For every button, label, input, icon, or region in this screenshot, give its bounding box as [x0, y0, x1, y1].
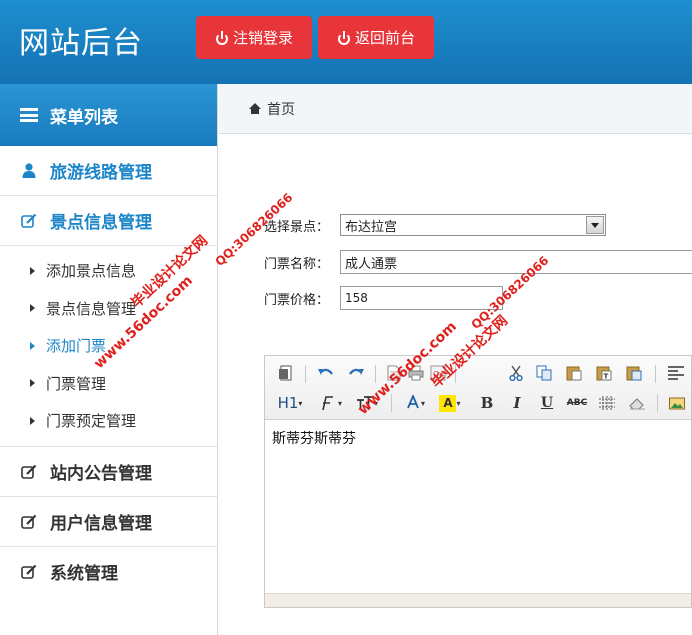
ticket-name-row: 门票名称： 成人通票 [264, 250, 692, 274]
breadcrumb: 首页 [219, 84, 692, 134]
caret-right-icon [30, 416, 35, 425]
caret-right-icon [30, 304, 35, 313]
source-icon[interactable] [277, 364, 295, 382]
cut-icon[interactable] [507, 364, 525, 382]
edit-icon [20, 564, 38, 579]
caret-right-icon [30, 379, 35, 388]
menu-list-header: 菜单列表 [0, 84, 217, 146]
paste-icon[interactable] [565, 364, 583, 382]
strikethrough-button[interactable]: ABC [563, 393, 591, 413]
sidebar-item-label: 门票预定管理 [46, 412, 137, 431]
sidebar-section-label: 旅游线路管理 [50, 163, 152, 183]
user-icon [20, 163, 38, 178]
return-frontend-label: 返回前台 [354, 29, 415, 47]
home-icon [249, 103, 261, 114]
breadcrumb-home[interactable]: 首页 [267, 99, 295, 119]
underline-label: U [540, 395, 554, 411]
menu-title: 菜单列表 [50, 107, 118, 128]
power-icon [215, 30, 229, 45]
italic-button[interactable]: I [505, 393, 529, 413]
underline-button[interactable]: U [535, 393, 559, 413]
sidebar-section-label: 用户信息管理 [50, 513, 152, 534]
paste-text-icon[interactable]: T [595, 364, 613, 382]
logout-button[interactable]: 注销登录 [196, 16, 312, 59]
toolbar-separator [305, 365, 306, 383]
sidebar-item-label: 门票管理 [46, 374, 107, 393]
edit-icon [20, 464, 38, 479]
site-title: 网站后台 [19, 26, 143, 61]
sidebar-item-label: 添加景点信息 [46, 262, 137, 281]
bold-button[interactable]: B [475, 393, 499, 413]
sidebar-section-system[interactable]: 系统管理 [0, 547, 217, 597]
return-frontend-button[interactable]: 返回前台 [318, 16, 434, 59]
sidebar-section-label: 系统管理 [50, 564, 118, 584]
sidebar-section-scenic[interactable]: 景点信息管理 [0, 196, 217, 246]
sidebar-section-route[interactable]: 旅游线路管理 [0, 146, 217, 196]
bold-label: B [480, 394, 494, 412]
toolbar-separator [657, 394, 658, 412]
redo-icon[interactable] [347, 364, 365, 382]
heading-dropdown[interactable]: H1 ▾ [275, 393, 305, 413]
toolbar-separator [375, 365, 376, 383]
edit-icon [20, 213, 38, 228]
undo-icon[interactable] [317, 364, 335, 382]
editor-content[interactable]: 斯蒂芬斯蒂芬 [265, 420, 691, 456]
ticket-price-value: 158 [345, 291, 368, 305]
sidebar-section-label: 景点信息管理 [50, 213, 152, 233]
rich-text-editor: C# T H1 ▾ ▾ ▾ ▾ A ▾ B I U ABC 斯蒂芬斯蒂芬 [264, 355, 692, 608]
table-icon[interactable] [595, 393, 619, 413]
highlight-color-icon[interactable]: A ▾ [435, 393, 465, 413]
ticket-name-label: 门票名称： [264, 256, 330, 272]
toolbar-separator [655, 365, 656, 383]
list-icon [20, 108, 38, 122]
logout-label: 注销登录 [232, 29, 293, 47]
paste-word-icon[interactable] [625, 364, 643, 382]
top-header: 网站后台 注销登录 返回前台 [0, 0, 692, 84]
ticket-price-label: 门票价格： [264, 292, 330, 308]
sidebar-item-label: 景点信息管理 [46, 299, 137, 318]
heading-label: H1 [277, 394, 299, 412]
sidebar-item-ticket-manage[interactable]: 门票管理 [0, 365, 217, 403]
align-left-icon[interactable] [667, 364, 685, 382]
scenic-select[interactable]: 布达拉宫 [340, 214, 606, 236]
sidebar-section-notice[interactable]: 站内公告管理 [0, 447, 217, 497]
italic-label: I [513, 394, 521, 412]
copy-icon[interactable] [535, 364, 553, 382]
dropdown-arrow-icon [586, 216, 604, 234]
insert-image-icon[interactable] [667, 393, 687, 413]
font-color-icon[interactable]: ▾ [401, 393, 429, 413]
toolbar-separator [391, 394, 392, 412]
svg-text:T: T [604, 373, 609, 381]
ticket-price-row: 门票价格： 158 [264, 286, 503, 310]
eraser-icon[interactable] [625, 393, 649, 413]
editor-toolbar: C# T H1 ▾ ▾ ▾ ▾ A ▾ B I U ABC [265, 356, 691, 420]
caret-right-icon [30, 266, 35, 275]
ticket-name-value: 成人通票 [345, 256, 398, 272]
ticket-price-input[interactable]: 158 [340, 286, 503, 310]
edit-icon [20, 514, 38, 529]
caret-right-icon [30, 341, 35, 350]
power-icon [337, 30, 351, 45]
font-family-icon[interactable]: ▾ [317, 393, 345, 413]
editor-statusbar [265, 593, 691, 607]
sidebar-item-ticket-booking[interactable]: 门票预定管理 [0, 402, 217, 440]
scenic-row: 选择景点： 布达拉宫 [264, 214, 606, 236]
strikethrough-label: ABC [566, 398, 588, 408]
scenic-select-value: 布达拉宫 [345, 219, 398, 235]
ticket-name-input[interactable]: 成人通票 [340, 250, 692, 274]
sidebar-section-user[interactable]: 用户信息管理 [0, 497, 217, 547]
sidebar-section-label: 站内公告管理 [50, 463, 152, 484]
